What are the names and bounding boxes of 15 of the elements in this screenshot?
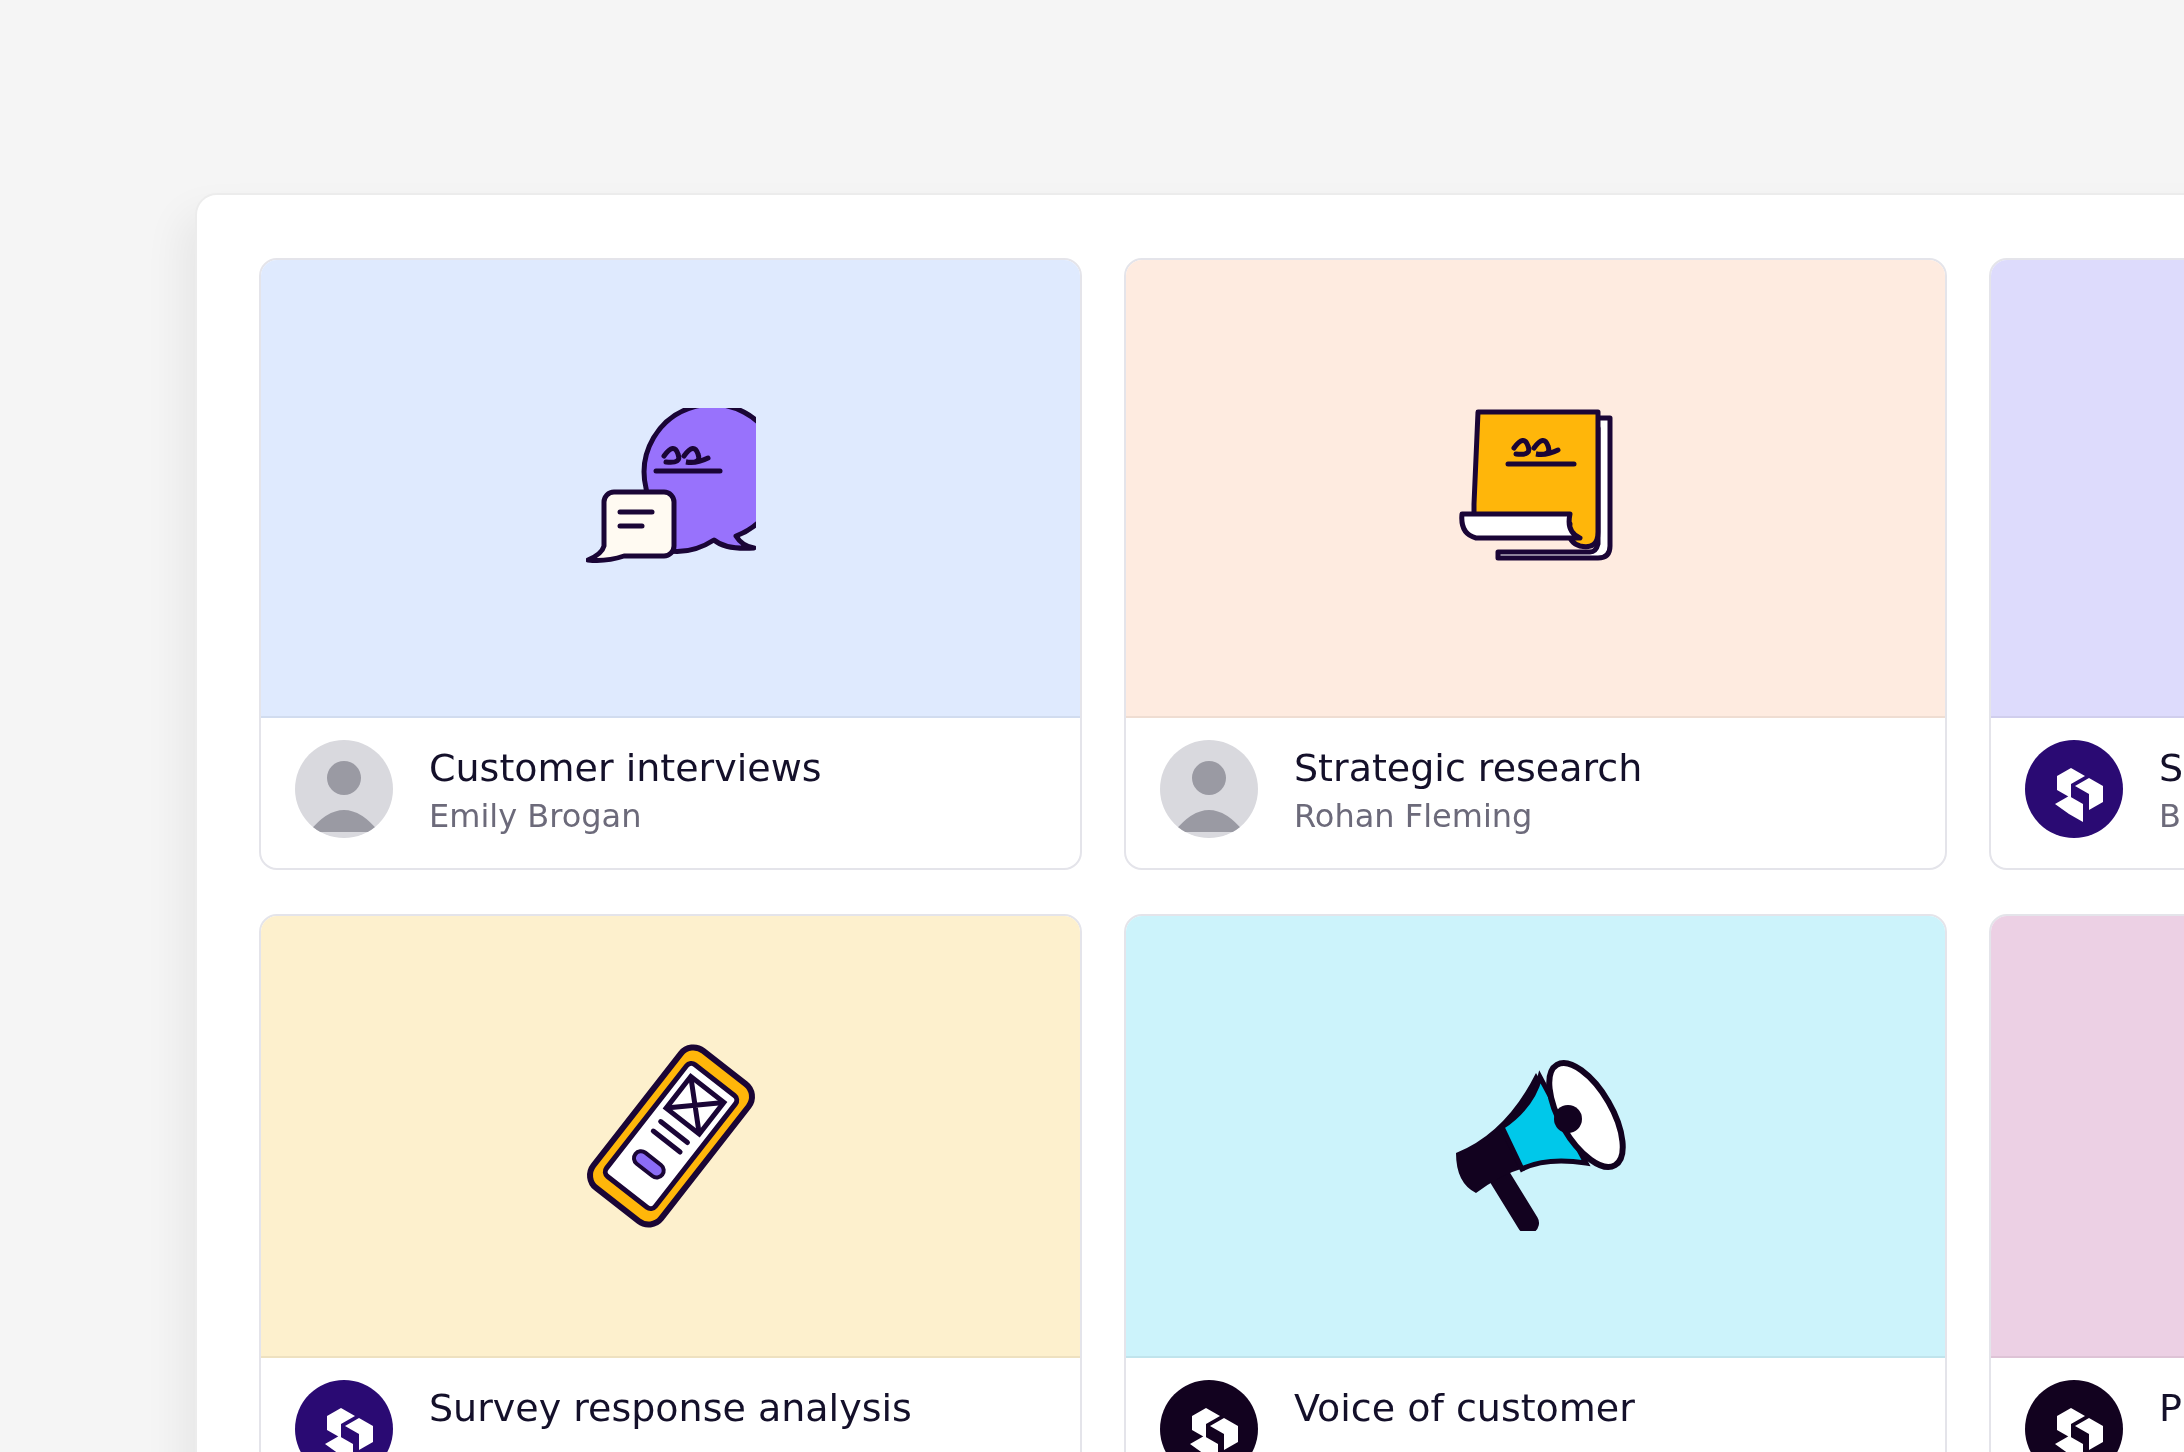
project-card[interactable]: Survey response analysis [259,914,1082,1452]
card-author: B [2159,796,2182,836]
card-title: Survey response analysis [429,1386,912,1430]
card-author: Rohan Fleming [1294,796,1534,836]
project-card[interactable]: Voice of customer [1124,914,1947,1452]
project-card[interactable]: S B [1989,258,2184,870]
card-author: Emily Brogan [429,796,643,836]
project-card[interactable]: Strategic research Rohan Fleming [1124,258,1947,870]
card-title: Customer interviews [429,746,822,790]
card-title: P [2159,1386,2182,1430]
card-title: Strategic research [1294,746,1643,790]
project-card[interactable]: Customer interviews Emily Brogan [259,258,1082,870]
project-card[interactable]: P [1989,914,2184,1452]
card-title: S [2159,746,2184,790]
card-title: Voice of customer [1294,1386,1635,1430]
